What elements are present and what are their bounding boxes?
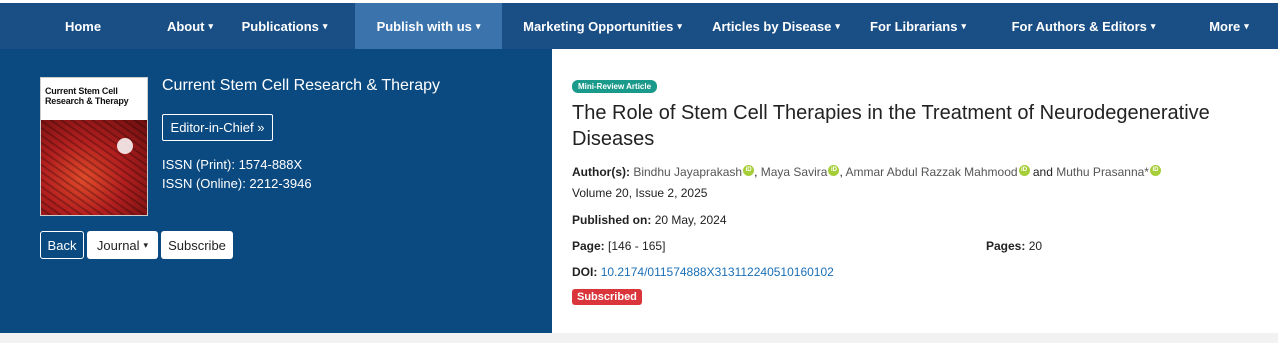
article-type-badge: Mini-Review Article — [572, 80, 658, 93]
nav-publications[interactable]: Publications ▾ — [214, 3, 355, 49]
author-link[interactable]: Muthu Prasanna* — [1056, 165, 1149, 179]
nav-home[interactable]: Home — [0, 3, 166, 49]
nav-librarians-label: For Librarians — [870, 18, 958, 34]
author-separator: and — [1029, 165, 1057, 179]
nav-about-label: About — [166, 18, 205, 34]
pages-row: Pages: 20 — [986, 239, 1042, 253]
authors-row: Author(s): Bindhu Jayaprakash iD, Maya Sa… — [572, 165, 1161, 179]
access-status-badge: Subscribed — [572, 289, 642, 305]
chevron-down-icon: ▾ — [961, 20, 966, 31]
nav-more-label: More — [1209, 18, 1241, 34]
article-panel: Mini-Review Article The Role of Stem Cel… — [552, 49, 1278, 333]
back-button[interactable]: Back — [40, 231, 84, 259]
nav-about[interactable]: About ▾ — [166, 3, 214, 49]
volume-issue: Volume 20, Issue 2, 2025 — [572, 186, 708, 200]
page-row: Page: [146 - 165] — [572, 239, 665, 253]
cover-title: Current Stem Cell Research & Therapy — [45, 86, 129, 106]
doi-link[interactable]: 10.2174/011574888X313112240510160102 — [601, 265, 834, 279]
chevron-down-icon: ▾ — [322, 20, 328, 31]
issn-online: ISSN (Online): 2212-3946 — [162, 176, 312, 191]
chevron-down-icon: ▾ — [208, 20, 214, 31]
nav-for-authors-editors[interactable]: For Authors & Editors ▾ — [987, 3, 1180, 49]
chevron-down-icon: ▾ — [475, 20, 481, 31]
orcid-icon[interactable]: iD — [1018, 165, 1030, 176]
page-range: [146 - 165] — [608, 239, 666, 253]
author-separator: , — [754, 165, 761, 179]
chevron-down-icon: ▾ — [677, 20, 682, 31]
orcid-icon[interactable]: iD — [743, 165, 755, 176]
nav-publish-label: Publish with us — [376, 18, 472, 34]
page-label: Page: — [572, 239, 605, 253]
nav-authors-label: For Authors & Editors — [1011, 18, 1147, 34]
nav-articles-label: Articles by Disease — [712, 18, 832, 34]
chevron-down-icon: ▾ — [1150, 20, 1156, 31]
article-title: The Role of Stem Cell Therapies in the T… — [572, 102, 1210, 150]
page-footer-strip — [0, 333, 1278, 343]
journal-panel: Current Stem Cell Research & Therapy Cur… — [0, 49, 552, 333]
subscribe-button[interactable]: Subscribe — [161, 231, 233, 259]
journal-dropdown-button[interactable]: Journal ▾ — [87, 231, 158, 259]
published-row: Published on: 20 May, 2024 — [572, 213, 727, 227]
nav-publish-with-us[interactable]: Publish with us ▾ — [355, 3, 502, 49]
pages-count: 20 — [1028, 239, 1043, 253]
chevron-down-icon: ▾ — [143, 239, 149, 250]
chevron-down-icon: ▾ — [835, 20, 840, 31]
author-link[interactable]: Bindhu Jayaprakash — [633, 165, 742, 179]
journal-cover[interactable]: Current Stem Cell Research & Therapy — [40, 77, 148, 216]
issn-print: ISSN (Print): 1574-888X — [162, 157, 303, 172]
doi-row: DOI: 10.2174/011574888X31311224051016010… — [572, 265, 834, 279]
nav-marketing-label: Marketing Opportunities — [523, 18, 674, 34]
cover-header: Current Stem Cell Research & Therapy — [41, 78, 147, 120]
orcid-icon[interactable]: iD — [1149, 165, 1161, 176]
main-navigation: Home About ▾ Publications ▾ Publish with u… — [0, 3, 1278, 49]
nav-for-librarians[interactable]: For Librarians ▾ — [849, 3, 987, 49]
pages-label: Pages: — [986, 239, 1026, 253]
author-link[interactable]: Maya Savira — [761, 165, 828, 179]
published-label: Published on: — [572, 213, 652, 227]
nav-publications-label: Publications — [241, 18, 319, 34]
cover-seal-icon — [117, 138, 133, 154]
editor-in-chief-button[interactable]: Editor-in-Chief » — [162, 114, 273, 141]
cover-image — [41, 120, 147, 215]
journal-dropdown-label: Journal — [96, 237, 140, 253]
doi-label: DOI: — [572, 265, 598, 279]
author-link[interactable]: Ammar Abdul Razzak Mahmood — [845, 165, 1017, 179]
orcid-icon[interactable]: iD — [828, 165, 840, 176]
nav-marketing[interactable]: Marketing Opportunities ▾ — [502, 3, 703, 49]
chevron-down-icon: ▾ — [1244, 20, 1249, 31]
journal-title[interactable]: Current Stem Cell Research & Therapy — [162, 77, 440, 95]
authors-label: Author(s): — [572, 165, 630, 179]
nav-articles-by-disease[interactable]: Articles by Disease ▾ — [703, 3, 849, 49]
published-date: 20 May, 2024 — [654, 213, 727, 227]
nav-home-label: Home — [64, 18, 102, 34]
nav-more[interactable]: More ▾ — [1180, 3, 1278, 49]
